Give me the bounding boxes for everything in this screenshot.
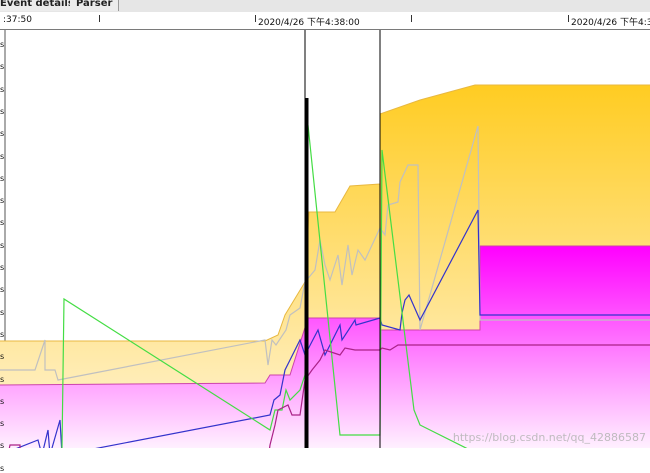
y-axis-label: s: [0, 396, 5, 406]
y-axis-label: s: [0, 352, 5, 362]
y-axis-label: s: [0, 419, 5, 429]
timeline-tick: [568, 15, 569, 22]
y-axis-label: s: [0, 285, 5, 295]
timeline-tick: [99, 15, 100, 22]
y-axis-label: s: [0, 218, 5, 228]
y-axis-label: s: [0, 84, 5, 94]
y-axis-label: s: [0, 62, 5, 72]
tab-parser[interactable]: Parser: [70, 0, 120, 11]
timeline-label-mid: 2020/4/26 下午4:38:00: [257, 15, 361, 28]
timeline-tick: [255, 15, 256, 22]
y-axis-label: s: [0, 151, 5, 161]
y-axis-label: s: [0, 374, 5, 384]
y-axis-label: s: [0, 329, 5, 339]
y-axis-label: s: [0, 240, 5, 250]
y-axis-label: s: [0, 173, 5, 183]
y-axis-label: s: [0, 129, 5, 139]
timeline-tick: [411, 15, 412, 22]
y-axis-label: s: [0, 263, 5, 272]
timeline-ruler: :37:50 2020/4/26 下午4:38:00 2020/4/26 下午4…: [0, 12, 650, 30]
y-axis-label: s: [0, 40, 5, 49]
timeline-label-start: :37:50: [2, 15, 33, 25]
watermark: https://blog.csdn.net/qq_42886587: [452, 431, 646, 444]
event-chart[interactable]: [0, 30, 650, 448]
y-axis-label: s: [0, 463, 5, 473]
y-axis-label: s: [0, 106, 5, 116]
tab-event-details[interactable]: Event details: [0, 0, 81, 11]
timeline-label-end: 2020/4/26 下午4:38:10: [570, 15, 650, 28]
y-axis-label: s: [0, 307, 5, 317]
y-axis-label: s: [0, 196, 5, 206]
y-axis-label: s: [0, 441, 5, 451]
